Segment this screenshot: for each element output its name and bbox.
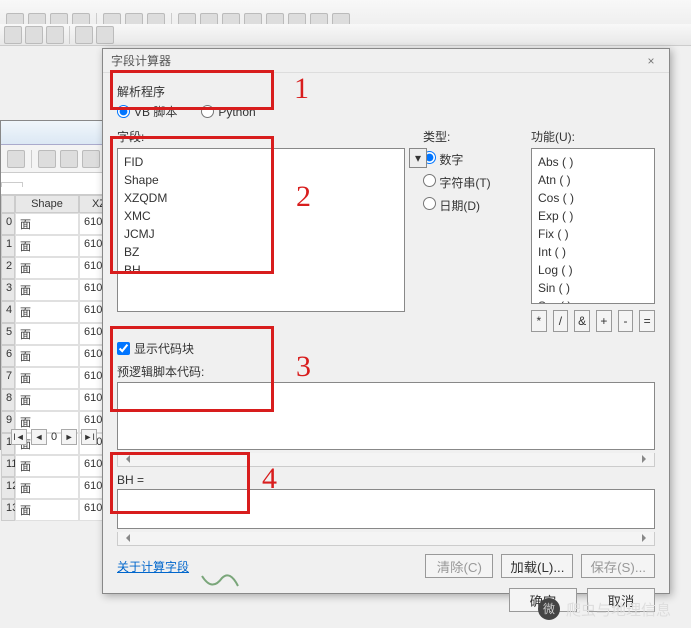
decorative-squiggle — [200, 572, 240, 594]
parser-python-radio[interactable]: Python — [201, 105, 255, 119]
about-link[interactable]: 关于计算字段 — [117, 558, 189, 575]
type-label: 类型: — [423, 128, 513, 145]
h-scrollbar[interactable] — [117, 453, 655, 467]
codeblock-check[interactable] — [117, 342, 130, 355]
type-number-radio[interactable]: 数字 — [423, 151, 513, 168]
radio-python[interactable] — [201, 105, 214, 118]
record-navigator: I◄ ◄ 0 ► ►I — [11, 429, 97, 445]
clear-button[interactable]: 清除(C) — [425, 554, 493, 578]
row-header-blank — [1, 195, 15, 213]
function-item[interactable]: Log ( ) — [538, 261, 648, 279]
toolbar-icon[interactable] — [75, 26, 93, 44]
load-button[interactable]: 加载(L)... — [501, 554, 573, 578]
toolbar-icon[interactable] — [46, 26, 64, 44]
functions-listbox[interactable]: Abs ( )Atn ( )Cos ( )Exp ( )Fix ( )Int (… — [531, 148, 655, 304]
function-item[interactable]: Sqr ( ) — [538, 297, 648, 304]
type-date-radio[interactable]: 日期(D) — [423, 197, 513, 214]
prelogic-label: 预逻辑脚本代码: — [117, 363, 655, 380]
watermark: 微 爬虫与地理信息 — [538, 598, 671, 620]
function-item[interactable]: Sin ( ) — [538, 279, 648, 297]
operator-button[interactable]: / — [553, 310, 569, 332]
operator-button[interactable]: - — [618, 310, 634, 332]
toolbar-icon[interactable] — [96, 26, 114, 44]
field-item[interactable]: XZQDM — [124, 189, 398, 207]
fields-listbox[interactable]: FIDShapeXZQDMXMCJCMJBZBH — [117, 148, 405, 312]
nav-position: 0 — [51, 431, 57, 443]
function-item[interactable]: Exp ( ) — [538, 207, 648, 225]
operator-button[interactable]: * — [531, 310, 547, 332]
nav-next-icon[interactable]: ► — [61, 429, 77, 445]
field-item[interactable]: Shape — [124, 171, 398, 189]
function-item[interactable]: Atn ( ) — [538, 171, 648, 189]
show-codeblock-checkbox[interactable]: 显示代码块 — [117, 340, 655, 357]
toolbar-icon[interactable] — [25, 26, 43, 44]
field-item[interactable]: JCMJ — [124, 225, 398, 243]
parser-label: 解析程序 — [117, 83, 655, 100]
prelogic-textarea[interactable] — [117, 382, 655, 450]
toolbar-icon[interactable] — [60, 150, 78, 168]
field-calculator-dialog: 字段计算器 × 解析程序 VB 脚本 Python 字段: FIDShap — [102, 48, 670, 594]
nav-first-icon[interactable]: I◄ — [11, 429, 27, 445]
field-item[interactable]: BZ — [124, 243, 398, 261]
radio-vb[interactable] — [117, 105, 130, 118]
functions-label: 功能(U): — [531, 128, 655, 145]
dialog-title: 字段计算器 — [111, 52, 641, 69]
parser-vb-radio[interactable]: VB 脚本 — [117, 103, 177, 120]
toolbar-icon[interactable] — [82, 150, 100, 168]
field-item[interactable]: FID — [124, 153, 398, 171]
expression-label: BH = — [117, 473, 655, 487]
table-tab[interactable] — [1, 182, 23, 187]
operator-button[interactable]: + — [596, 310, 612, 332]
toolbar-icon[interactable] — [38, 150, 56, 168]
col-shape[interactable]: Shape — [15, 195, 79, 213]
nav-prev-icon[interactable]: ◄ — [31, 429, 47, 445]
function-item[interactable]: Fix ( ) — [538, 225, 648, 243]
watermark-icon: 微 — [538, 598, 560, 620]
function-item[interactable]: Int ( ) — [538, 243, 648, 261]
main-toolbar-row2 — [0, 24, 691, 46]
type-string-radio[interactable]: 字符串(T) — [423, 174, 513, 191]
toolbar-icon[interactable] — [4, 26, 22, 44]
function-item[interactable]: Cos ( ) — [538, 189, 648, 207]
close-icon[interactable]: × — [641, 54, 661, 68]
toolbar-icon[interactable] — [7, 150, 25, 168]
save-button[interactable]: 保存(S)... — [581, 554, 655, 578]
operator-button[interactable]: = — [639, 310, 655, 332]
h-scrollbar[interactable] — [117, 532, 655, 546]
function-item[interactable]: Abs ( ) — [538, 153, 648, 171]
field-item[interactable]: BH — [124, 261, 398, 279]
dialog-titlebar[interactable]: 字段计算器 × — [103, 49, 669, 73]
fields-label: 字段: — [117, 128, 405, 145]
nav-last-icon[interactable]: ►I — [81, 429, 97, 445]
expression-textarea[interactable] — [117, 489, 655, 529]
operator-button[interactable]: & — [574, 310, 590, 332]
field-item[interactable]: XMC — [124, 207, 398, 225]
fields-dropdown-icon[interactable]: ▾ — [409, 148, 427, 168]
